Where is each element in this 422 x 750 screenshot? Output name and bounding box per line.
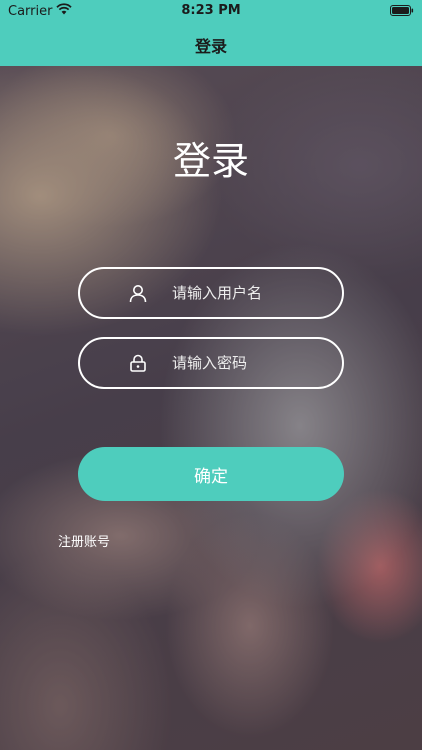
nav-title: 登录 <box>194 37 227 56</box>
password-field[interactable] <box>78 337 344 389</box>
register-link[interactable]: 注册账号 <box>58 531 110 550</box>
status-time: 8:23 PM <box>181 3 241 18</box>
login-screen: Carrier 8:23 PM 登录 登录 请输入用户名 确定 注册账号 <box>0 0 422 750</box>
username-input[interactable] <box>170 283 324 303</box>
user-icon <box>128 283 148 303</box>
status-bar: Carrier 8:23 PM <box>0 0 422 22</box>
username-field[interactable] <box>78 267 344 319</box>
page-title: 登录 <box>172 139 249 183</box>
password-input[interactable] <box>170 353 324 373</box>
top-bar: Carrier 8:23 PM 登录 <box>0 0 422 66</box>
lock-icon <box>128 353 148 373</box>
confirm-button[interactable]: 确定 <box>78 447 344 501</box>
battery-icon <box>390 5 414 16</box>
